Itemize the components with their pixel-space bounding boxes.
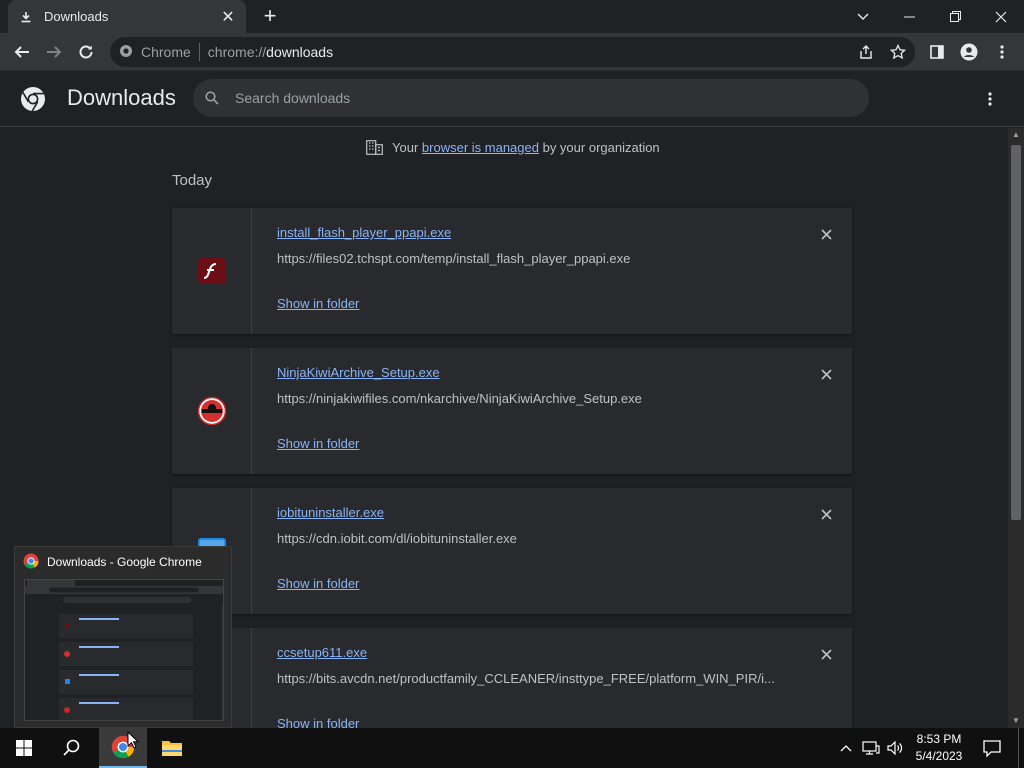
taskbar-chrome-button[interactable] <box>99 728 147 768</box>
show-in-folder-link[interactable]: Show in folder <box>277 296 359 311</box>
chrome-logo-icon <box>119 44 133 61</box>
file-url[interactable]: https://ninjakiwifiles.com/nkarchive/Nin… <box>277 391 777 406</box>
scroll-thumb[interactable] <box>1011 145 1021 520</box>
browser-toolbar: Chrome chrome:// downloads <box>0 33 1024 71</box>
preview-title: Downloads - Google Chrome <box>47 555 202 569</box>
show-hidden-icons-icon[interactable] <box>837 728 855 768</box>
page-title: Downloads <box>67 85 176 110</box>
flash-player-icon <box>172 208 252 334</box>
file-url[interactable]: https://files02.tchspt.com/temp/install_… <box>277 251 777 266</box>
file-url[interactable]: https://cdn.iobit.com/dl/iobituninstalle… <box>277 531 777 546</box>
search-icon <box>205 91 219 105</box>
managed-link[interactable]: browser is managed <box>422 140 539 155</box>
more-actions-icon[interactable] <box>978 85 1002 113</box>
side-panel-icon[interactable] <box>923 38 951 66</box>
file-explorer-icon[interactable] <box>148 728 196 768</box>
url-host: downloads <box>266 44 334 60</box>
file-name-link[interactable]: NinjaKiwiArchive_Setup.exe <box>277 365 440 380</box>
chrome-logo-icon <box>20 86 46 117</box>
title-bar: Downloads ✕ + <box>0 0 1024 33</box>
address-bar[interactable]: Chrome chrome:// downloads <box>110 37 915 67</box>
download-item: iobituninstaller.exe https://cdn.iobit.c… <box>172 488 852 614</box>
back-button[interactable] <box>8 38 36 66</box>
clock-time: 8:53 PM <box>916 732 962 746</box>
file-url[interactable]: https://bits.avcdn.net/productfamily_CCL… <box>277 671 777 686</box>
chrome-icon <box>23 553 39 574</box>
managed-notice: Your browser is managed by your organiza… <box>366 140 660 155</box>
search-input[interactable]: Search downloads <box>193 79 869 117</box>
download-icon <box>18 11 34 23</box>
network-icon[interactable] <box>860 728 882 768</box>
reload-button[interactable] <box>72 38 100 66</box>
remove-icon[interactable] <box>816 504 836 524</box>
download-item: NinjaKiwiArchive_Setup.exe https://ninja… <box>172 348 852 474</box>
downloads-header: Downloads Search downloads <box>0 71 1024 127</box>
file-name-link[interactable]: iobituninstaller.exe <box>277 505 384 520</box>
show-in-folder-link[interactable]: Show in folder <box>277 716 359 728</box>
show-in-folder-link[interactable]: Show in folder <box>277 436 359 451</box>
file-name-link[interactable]: install_flash_player_ppapi.exe <box>277 225 451 240</box>
page-scrollbar[interactable]: ▲ ▼ <box>1008 128 1024 728</box>
scroll-up-icon[interactable]: ▲ <box>1008 128 1024 142</box>
search-icon[interactable] <box>48 728 96 768</box>
search-placeholder: Search downloads <box>235 90 351 106</box>
tab-search-icon[interactable] <box>840 0 886 33</box>
taskbar-preview[interactable]: Downloads - Google Chrome <box>14 546 232 728</box>
tab-title: Downloads <box>44 9 109 24</box>
system-clock[interactable]: 8:53 PM 5/4/2023 <box>910 731 968 765</box>
close-tab-icon[interactable]: ✕ <box>220 7 236 27</box>
new-tab-button[interactable]: + <box>258 4 282 28</box>
windows-taskbar: 8:53 PM 5/4/2023 <box>0 728 1024 768</box>
window-thumbnail <box>24 579 224 721</box>
remove-icon[interactable] <box>816 224 836 244</box>
section-today: Today <box>172 172 213 189</box>
share-icon[interactable] <box>852 38 880 66</box>
remove-icon[interactable] <box>816 364 836 384</box>
ninjakiwi-icon <box>172 348 252 474</box>
close-window-button[interactable] <box>978 0 1024 33</box>
restore-button[interactable] <box>932 0 978 33</box>
forward-button[interactable] <box>40 38 68 66</box>
managed-prefix: Your <box>392 140 419 155</box>
omnibox-divider <box>198 43 200 61</box>
mouse-cursor-icon <box>127 730 140 754</box>
download-item: ccsetup611.exe https://bits.avcdn.net/pr… <box>172 628 852 728</box>
clock-date: 5/4/2023 <box>915 749 963 763</box>
building-icon <box>366 140 383 155</box>
notification-icon[interactable] <box>976 728 1008 768</box>
url-scheme: chrome:// <box>207 44 267 60</box>
download-item: install_flash_player_ppapi.exe https://f… <box>172 208 852 334</box>
scroll-down-icon[interactable]: ▼ <box>1008 714 1024 728</box>
file-name-link[interactable]: ccsetup611.exe <box>277 645 367 660</box>
minimize-button[interactable] <box>886 0 932 33</box>
profile-icon[interactable] <box>955 38 983 66</box>
site-chip-label: Chrome <box>141 44 191 60</box>
bookmark-star-icon[interactable] <box>884 38 912 66</box>
tab-downloads[interactable]: Downloads ✕ <box>8 0 246 33</box>
remove-icon[interactable] <box>816 644 836 664</box>
start-button[interactable] <box>0 728 48 768</box>
chrome-menu-icon[interactable] <box>988 38 1016 66</box>
volume-icon[interactable] <box>884 728 906 768</box>
managed-suffix: by your organization <box>542 140 660 155</box>
show-desktop-button[interactable] <box>1018 728 1024 768</box>
show-in-folder-link[interactable]: Show in folder <box>277 576 359 591</box>
